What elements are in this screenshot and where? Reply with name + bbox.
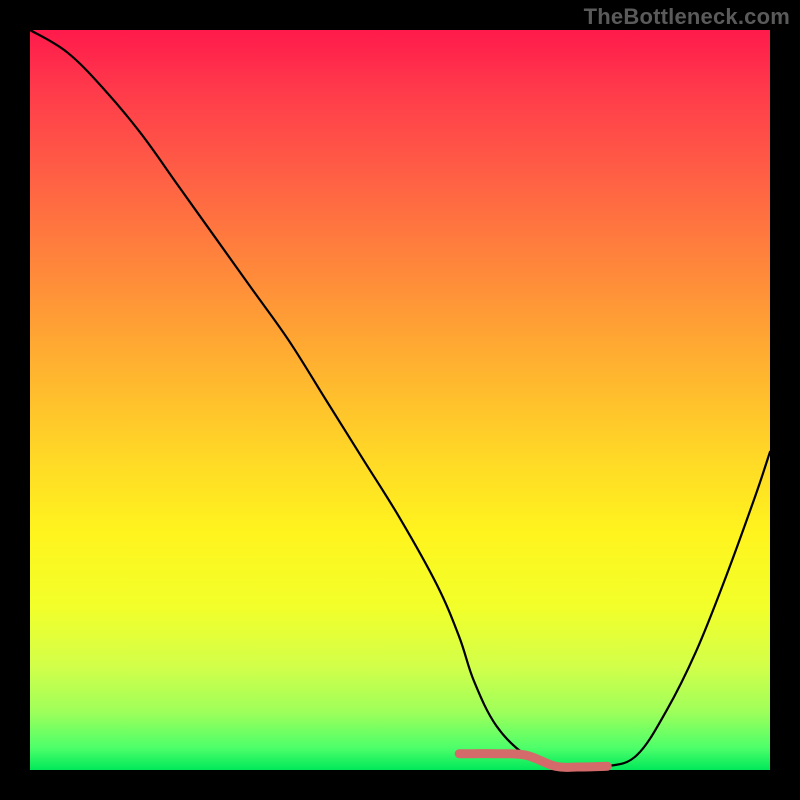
curve-svg <box>30 30 770 770</box>
bottleneck-curve <box>30 30 770 767</box>
optimal-region-marker <box>459 754 607 768</box>
watermark-text: TheBottleneck.com <box>584 4 790 30</box>
chart-canvas: TheBottleneck.com <box>0 0 800 800</box>
plot-area <box>30 30 770 770</box>
